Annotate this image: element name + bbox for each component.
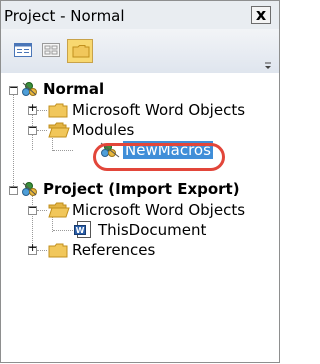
highlight-ring	[93, 143, 225, 171]
tree-node-label: ThisDocument	[98, 221, 207, 239]
tree-node-label: Project (Import Export)	[43, 180, 240, 198]
tree-node-word-objects[interactable]: − Microsoft Word Objects	[1, 200, 271, 220]
open-folder-icon	[48, 122, 70, 138]
tree-node-normal[interactable]: − Normal	[1, 79, 201, 99]
view-object-button[interactable]	[38, 39, 64, 63]
project-icon	[22, 182, 37, 196]
collapse-toggle[interactable]: −	[9, 82, 18, 95]
close-button[interactable]: x	[251, 5, 271, 24]
toggle-folders-button[interactable]	[67, 39, 93, 63]
tree-node-label: Microsoft Word Objects	[72, 101, 246, 119]
folder-icon	[48, 243, 68, 258]
view-object-icon	[42, 43, 60, 57]
title-bar[interactable]: Project - Normal x	[1, 1, 279, 29]
open-folder-icon	[48, 202, 70, 218]
tree-node-project[interactable]: − Project (Import Export)	[1, 179, 279, 199]
project-icon	[22, 82, 37, 96]
toggle-folders-icon	[72, 45, 90, 58]
tree-node-word-objects[interactable]: + Microsoft Word Objects	[1, 100, 271, 120]
collapse-toggle[interactable]: −	[28, 202, 37, 215]
tree-node-modules[interactable]: − Modules	[1, 120, 201, 140]
expand-toggle[interactable]: +	[28, 102, 37, 115]
word-document-icon: W	[74, 221, 91, 238]
svg-text:W: W	[76, 226, 85, 235]
project-tree: − Normal + Microsoft Word Objects − Modu…	[1, 73, 279, 362]
tree-node-label: Normal	[43, 80, 105, 98]
tree-node-label: Modules	[72, 121, 135, 139]
tree-node-references[interactable]: + References	[1, 240, 201, 260]
close-icon: x	[255, 5, 267, 24]
tree-node-thisdocument[interactable]: W ThisDocument	[1, 220, 221, 240]
toolbar	[1, 29, 279, 73]
tree-node-label: References	[72, 241, 156, 259]
expand-toggle[interactable]: +	[28, 242, 37, 255]
project-explorer-panel: Project - Normal x − Normal + Microsoft …	[0, 0, 280, 363]
collapse-toggle[interactable]: −	[9, 182, 18, 195]
tree-node-label: Microsoft Word Objects	[72, 201, 246, 219]
window-title: Project - Normal	[4, 7, 125, 25]
view-code-button[interactable]	[10, 39, 36, 63]
toolbar-overflow-icon[interactable]	[264, 59, 272, 71]
collapse-toggle[interactable]: −	[28, 122, 37, 135]
folder-icon	[48, 103, 68, 118]
view-code-icon	[14, 43, 32, 57]
